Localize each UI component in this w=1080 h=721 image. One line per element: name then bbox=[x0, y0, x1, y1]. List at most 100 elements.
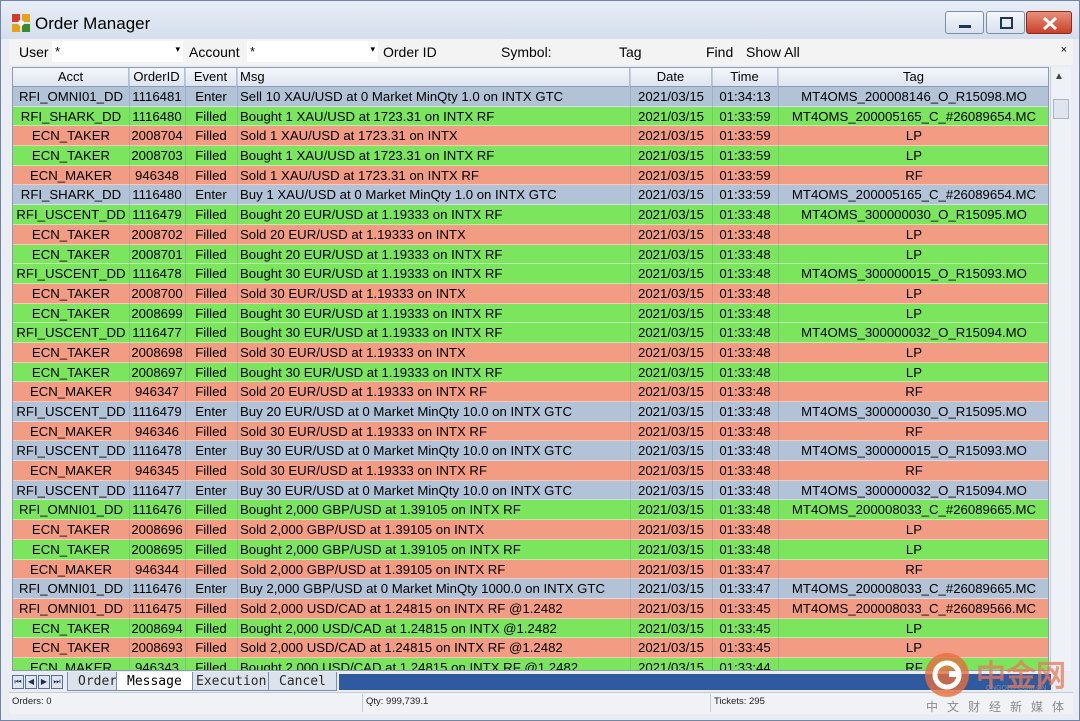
cell-event: Enter bbox=[195, 443, 227, 459]
cell-tag: LP bbox=[905, 522, 923, 538]
cell-event: Filled bbox=[195, 325, 227, 341]
table-row[interactable]: ECN_TAKER 2008702 Filled Sold 20 EUR/USD at… bbox=[13, 224, 1048, 245]
maximize-button[interactable] bbox=[986, 11, 1025, 34]
cell-time: 01:34:13 bbox=[719, 89, 771, 104]
cell-date: 2021/03/15 bbox=[637, 541, 704, 557]
table-row[interactable]: ECN_TAKER 2008697 Filled Bought 30 EUR/USD … bbox=[13, 362, 1048, 383]
column-divider bbox=[129, 68, 130, 670]
tab-cancel[interactable]: Cancel bbox=[268, 672, 337, 691]
cell-time: 01:33:48 bbox=[719, 541, 771, 557]
cell-msg: Bought 2,000 USD/CAD at 1.24815 on INTX … bbox=[240, 620, 557, 636]
table-row[interactable]: RFI_USCENT_DD 1116477 Enter Buy 30 EUR/USD … bbox=[13, 480, 1048, 501]
cell-msg: Sold 1 XAU/USD at 1723.31 on INTX bbox=[240, 128, 458, 144]
account-filter-combo[interactable]: * ▾ bbox=[247, 41, 378, 62]
show-all-button[interactable]: Show All bbox=[746, 44, 800, 60]
cell-msg: Bought 30 EUR/USD at 1.19333 on INTX RF bbox=[240, 266, 503, 282]
cell-date: 2021/03/15 bbox=[637, 187, 704, 203]
cell-order-id: 2008699 bbox=[131, 305, 183, 321]
table-row[interactable]: RFI_OMNI01_DD 1116481 Enter Sell 10 XAU/USD… bbox=[13, 87, 1048, 107]
cell-tag: MT4OMS_300000030_O_R15095.MO bbox=[801, 207, 1027, 223]
table-row[interactable]: ECN_MAKER 946344 Filled Sold 2,000 GBP/USD … bbox=[13, 559, 1048, 580]
table-row[interactable]: RFI_OMNI01_DD 1116476 Filled Bought 2,000 G… bbox=[13, 500, 1048, 521]
cell-order-id: 946343 bbox=[134, 659, 179, 671]
close-filter-icon[interactable]: × bbox=[1061, 44, 1067, 56]
table-row[interactable]: ECN_MAKER 946347 Filled Sold 20 EUR/USD at … bbox=[13, 382, 1048, 402]
column-header-acct[interactable]: Acct bbox=[13, 68, 129, 87]
find-button[interactable]: Find bbox=[706, 44, 733, 60]
table-row[interactable]: RFI_OMNI01_DD 1116475 Filled Sold 2,000 USD… bbox=[13, 598, 1048, 619]
table-row[interactable]: ECN_TAKER 2008700 Filled Sold 30 EUR/USD at… bbox=[13, 283, 1048, 304]
table-row[interactable]: ECN_TAKER 2008701 Filled Bought 20 EUR/USD … bbox=[13, 244, 1048, 265]
table-row[interactable]: ECN_TAKER 2008698 Filled Sold 30 EUR/USD at… bbox=[13, 342, 1048, 363]
table-row[interactable]: ECN_TAKER 2008703 Filled Bought 1 XAU/USD a… bbox=[13, 146, 1048, 166]
column-header-time[interactable]: Time bbox=[712, 68, 778, 87]
cell-tag: MT4OMS_200005165_C_#26089654.MC bbox=[791, 108, 1037, 124]
tag-field[interactable] bbox=[649, 41, 701, 62]
scroll-up-icon[interactable]: ▲ bbox=[1054, 71, 1064, 82]
table-row[interactable]: RFI_SHARK_DD 1116480 Filled Bought 1 XAU/US… bbox=[13, 106, 1048, 127]
cell-tag: LP bbox=[905, 620, 923, 636]
table-row[interactable]: ECN_MAKER 946343 Filled Bought 2,000 USD/CA… bbox=[13, 657, 1048, 671]
table-row[interactable]: ECN_MAKER 946348 Filled Sold 1 XAU/USD at 1… bbox=[13, 165, 1048, 186]
table-row[interactable]: RFI_USCENT_DD 1116478 Enter Buy 30 EUR/USD … bbox=[13, 441, 1048, 462]
cell-event: Filled bbox=[195, 384, 227, 400]
cell-acct: ECN_TAKER bbox=[31, 226, 111, 242]
cell-acct: ECN_MAKER bbox=[29, 561, 113, 577]
table-row[interactable]: ECN_TAKER 2008694 Filled Bought 2,000 USD/C… bbox=[13, 618, 1048, 639]
table-row[interactable]: ECN_MAKER 946346 Filled Sold 30 EUR/USD at … bbox=[13, 421, 1048, 442]
column-divider bbox=[630, 68, 631, 670]
cell-tag: MT4OMS_200008146_O_R15098.MO bbox=[801, 89, 1027, 104]
table-row[interactable]: RFI_USCENT_DD 1116478 Filled Bought 30 EUR/… bbox=[13, 264, 1048, 284]
table-row[interactable]: RFI_SHARK_DD 1116480 Enter Buy 1 XAU/USD at… bbox=[13, 185, 1048, 206]
table-row[interactable]: ECN_TAKER 2008704 Filled Sold 1 XAU/USD at … bbox=[13, 126, 1048, 147]
table-row[interactable]: RFI_OMNI01_DD 1116476 Enter Buy 2,000 GBP/U… bbox=[13, 579, 1048, 599]
message-grid[interactable]: Acct OrderID Event Msg Date Time Tag RFI… bbox=[12, 67, 1049, 671]
vertical-scrollbar[interactable]: ▲ bbox=[1050, 67, 1071, 671]
cell-time: 01:33:48 bbox=[719, 207, 771, 223]
column-header-orderid[interactable]: OrderID bbox=[129, 68, 185, 87]
order-id-field[interactable] bbox=[443, 41, 497, 62]
user-filter-combo[interactable]: * ▾ bbox=[52, 41, 183, 62]
scroll-thumb[interactable] bbox=[1053, 99, 1069, 119]
table-row[interactable]: RFI_USCENT_DD 1116479 Enter Buy 20 EUR/USD … bbox=[13, 402, 1048, 422]
next-page-button[interactable]: ▶ bbox=[38, 675, 50, 689]
cell-time: 01:33:48 bbox=[719, 404, 771, 419]
cell-tag: MT4OMS_300000015_O_R15093.MO bbox=[801, 443, 1027, 459]
tab-message[interactable]: Message bbox=[116, 672, 193, 691]
cell-tag: LP bbox=[905, 285, 923, 301]
table-row[interactable]: ECN_TAKER 2008696 Filled Sold 2,000 GBP/USD… bbox=[13, 520, 1048, 540]
cell-msg: Buy 1 XAU/USD at 0 Market MinQty 1.0 on … bbox=[240, 187, 557, 203]
cell-order-id: 2008696 bbox=[131, 522, 183, 538]
close-window-button[interactable] bbox=[1026, 11, 1072, 34]
tab-execution[interactable]: Execution bbox=[185, 672, 278, 691]
table-row[interactable]: ECN_TAKER 2008693 Filled Sold 2,000 USD/CAD… bbox=[13, 638, 1048, 658]
symbol-field[interactable] bbox=[557, 41, 613, 62]
close-icon bbox=[1042, 16, 1058, 31]
prev-page-button[interactable]: ◀ bbox=[25, 675, 37, 689]
user-label: User bbox=[19, 44, 49, 60]
cell-acct: RFI_SHARK_DD bbox=[20, 108, 122, 124]
cell-acct: ECN_TAKER bbox=[31, 541, 111, 557]
cell-event: Enter bbox=[195, 187, 227, 203]
column-header-date[interactable]: Date bbox=[630, 68, 712, 87]
cell-msg: Buy 20 EUR/USD at 0 Market MinQty 10.0 o… bbox=[240, 404, 572, 419]
minimize-button[interactable] bbox=[945, 11, 984, 34]
table-row[interactable]: RFI_USCENT_DD 1116479 Filled Bought 20 EUR/… bbox=[13, 205, 1048, 225]
cell-time: 01:33:48 bbox=[719, 325, 771, 341]
table-row[interactable]: RFI_USCENT_DD 1116477 Filled Bought 30 EUR/… bbox=[13, 323, 1048, 343]
cell-time: 01:33:47 bbox=[719, 581, 771, 597]
table-row[interactable]: ECN_TAKER 2008699 Filled Bought 30 EUR/USD … bbox=[13, 303, 1048, 324]
first-page-button[interactable]: ⏮ bbox=[12, 675, 24, 689]
cell-acct: ECN_TAKER bbox=[31, 364, 111, 380]
table-row[interactable]: ECN_TAKER 2008695 Filled Bought 2,000 GBP/U… bbox=[13, 539, 1048, 560]
cell-time: 01:33:48 bbox=[719, 226, 771, 242]
account-label: Account bbox=[189, 44, 240, 60]
table-row[interactable]: ECN_MAKER 946345 Filled Sold 30 EUR/USD at … bbox=[13, 461, 1048, 481]
column-header-tag[interactable]: Tag bbox=[778, 68, 1048, 87]
cell-acct: RFI_USCENT_DD bbox=[16, 443, 126, 459]
column-header-msg[interactable]: Msg bbox=[237, 68, 630, 87]
cell-msg: Bought 2,000 USD/CAD at 1.24815 on INTX … bbox=[240, 659, 579, 671]
last-page-button[interactable]: ⏭ bbox=[51, 675, 63, 689]
column-header-event[interactable]: Event bbox=[185, 68, 237, 87]
cell-date: 2021/03/15 bbox=[637, 108, 704, 124]
